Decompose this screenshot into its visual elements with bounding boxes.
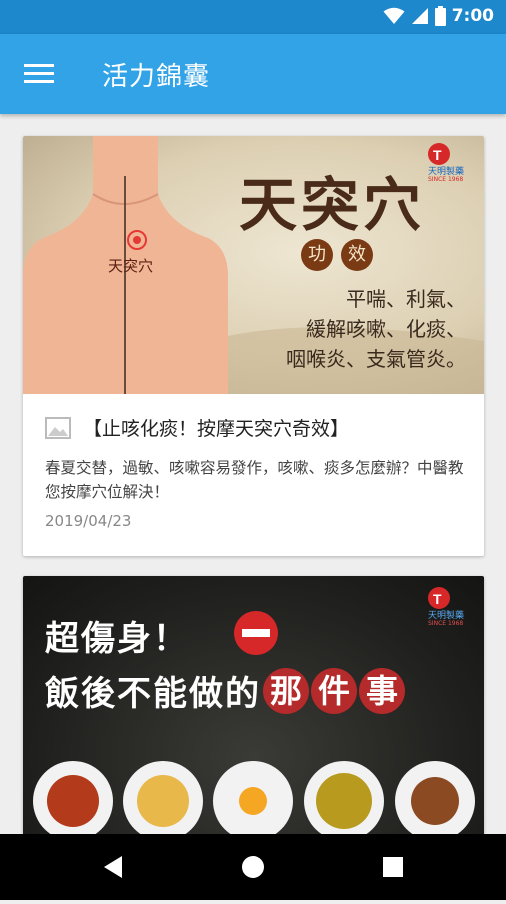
badge-char: 效 [341, 239, 373, 271]
article-banner-image: T 天突穴 天突穴 功 效 平喘、利氣、 緩解咳嗽、化痰、 咽喉炎、支氣管炎。 … [23, 136, 484, 394]
brand-since: SINCE 1968 [428, 176, 464, 183]
brand-since: SINCE 1968 [428, 620, 464, 627]
image-icon [45, 416, 71, 439]
page-title: 活力錦囊 [102, 62, 211, 92]
cell-signal-icon [411, 8, 428, 24]
home-icon[interactable] [223, 834, 283, 900]
article-card[interactable]: T 超傷身！ 飯後不能做的 那 件 事 天明製藥 SINCE 1968 [23, 576, 484, 834]
svg-text:T: T [433, 147, 442, 163]
app-bar: 活力錦囊 [0, 34, 506, 114]
effect-line: 咽喉炎、支氣管炎。 [286, 347, 466, 371]
article-card[interactable]: T 天突穴 天突穴 功 效 平喘、利氣、 緩解咳嗽、化痰、 咽喉炎、支氣管炎。 … [23, 136, 484, 556]
battery-icon [434, 6, 446, 26]
article-title[interactable]: 【止咳化痰！按摩天突穴奇效】 [83, 414, 349, 441]
article-description: 春夏交替，過敏、咳嗽容易發作，咳嗽、痰多怎麼辦？中醫教您按摩穴位解決！ [45, 459, 464, 501]
wifi-icon [383, 7, 405, 24]
acupoint-label: 天突穴 [108, 257, 154, 275]
highlight-char: 那 [263, 667, 309, 714]
article-card-body: 【止咳化痰！按摩天突穴奇效】 春夏交替，過敏、咳嗽容易發作，咳嗽、痰多怎麼辦？中… [23, 394, 484, 556]
effect-line: 平喘、利氣、 [346, 287, 466, 311]
highlight-char: 件 [311, 667, 357, 714]
banner-headline: 超傷身！ [45, 619, 189, 659]
clock: 7:00 [451, 6, 494, 26]
recents-icon[interactable] [363, 834, 423, 900]
banner-subline: 飯後不能做的 [45, 674, 261, 714]
article-list[interactable]: T 天突穴 天突穴 功 效 平喘、利氣、 緩解咳嗽、化痰、 咽喉炎、支氣管炎。 … [0, 114, 506, 834]
banner-headline: 天突穴 [239, 171, 426, 239]
article-banner-image: T 超傷身！ 飯後不能做的 那 件 事 天明製藥 SINCE 1968 [23, 576, 484, 834]
article-date: 2019/04/23 [45, 512, 132, 530]
badge-char: 功 [301, 239, 333, 271]
highlight-char: 事 [359, 667, 405, 714]
menu-icon[interactable] [24, 64, 54, 84]
status-bar: 7:00 [0, 0, 506, 34]
back-icon[interactable] [84, 834, 144, 900]
effect-line: 緩解咳嗽、化痰、 [306, 317, 466, 341]
system-nav-bar [0, 834, 506, 900]
svg-text:T: T [433, 591, 442, 607]
